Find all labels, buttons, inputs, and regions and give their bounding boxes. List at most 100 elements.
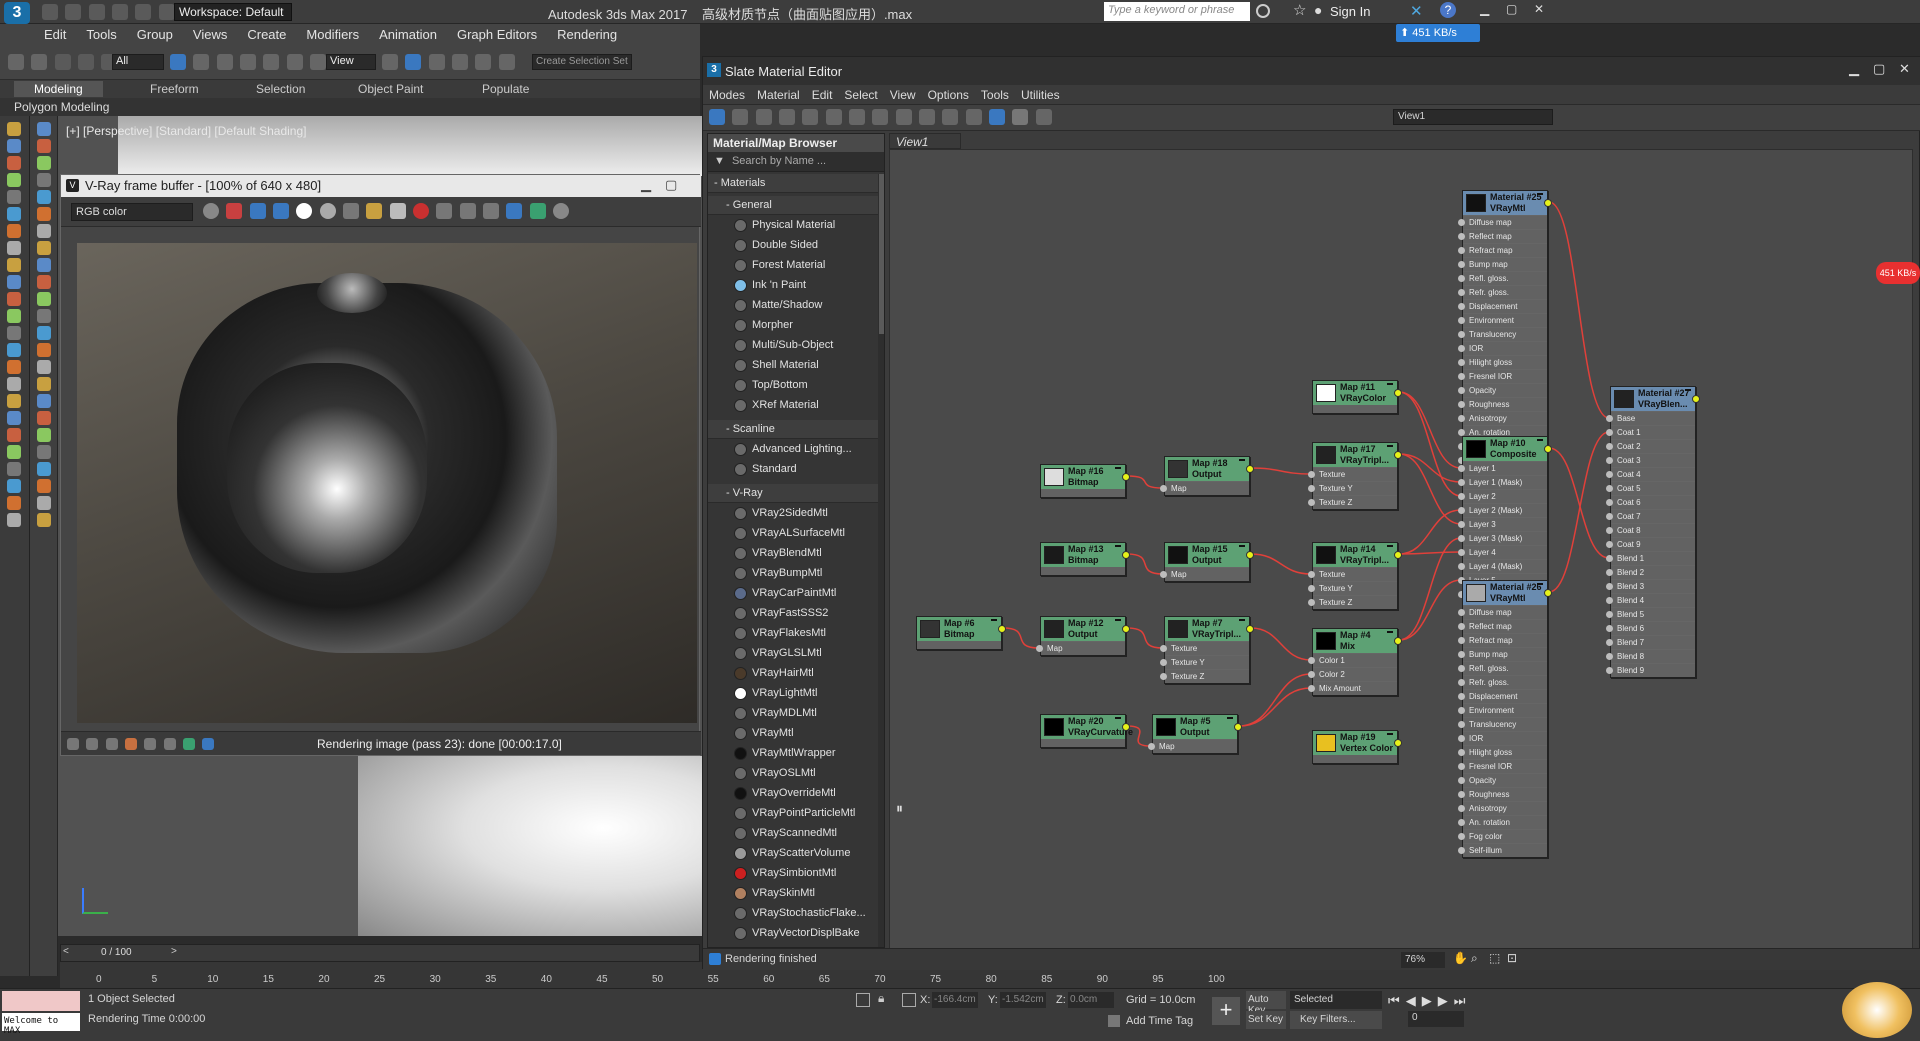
node-header[interactable]: Map #7 VRayTripl...	[1165, 617, 1254, 641]
node-n5[interactable]: Map #5 Output Map	[1148, 714, 1242, 754]
set-key-button[interactable]: Set Key	[1246, 1011, 1286, 1029]
input-slot[interactable]: Opacity	[1458, 773, 1547, 787]
input-slot[interactable]: Refl. gloss.	[1458, 271, 1547, 285]
browser-item[interactable]: VRayOSLMtl	[708, 764, 878, 783]
input-slot[interactable]: Color 1	[1308, 653, 1397, 667]
time-tag-icon[interactable]	[1108, 1015, 1120, 1027]
input-slot[interactable]: Texture	[1160, 641, 1249, 655]
corner-widget[interactable]	[1842, 982, 1912, 1038]
node-n14[interactable]: Map #14 VRayTripl... Texture Texture Y Textu…	[1308, 542, 1402, 610]
menu-tools[interactable]: Tools	[76, 24, 126, 45]
undo-icon[interactable]	[8, 54, 24, 70]
scene-tool-19-icon[interactable]	[37, 428, 51, 442]
sme-close-button[interactable]: ✕	[1899, 61, 1910, 77]
input-slot[interactable]: Texture Y	[1308, 481, 1397, 495]
input-slot[interactable]: Texture	[1308, 467, 1397, 481]
input-slot[interactable]: Bump map	[1458, 647, 1547, 661]
browser-group[interactable]: - V-Ray	[708, 484, 878, 503]
command-tool-20-icon[interactable]	[7, 445, 21, 459]
help-search-input[interactable]: Type a keyword or phrase	[1104, 2, 1250, 21]
color-tracking-icon[interactable]	[203, 203, 219, 219]
unlink-icon[interactable]	[78, 54, 95, 70]
input-slot[interactable]: Opacity	[1458, 383, 1547, 397]
node-m27[interactable]: Material #27 VRayBlen... Base Coat 1 Coat 2C…	[1606, 386, 1700, 678]
browser-item[interactable]: VRayVectorDisplBake	[708, 924, 878, 943]
project-folder-icon[interactable]	[158, 4, 175, 20]
put-to-scene-icon[interactable]	[755, 109, 772, 125]
blue-channel-icon[interactable]	[273, 203, 290, 219]
stop-render-icon[interactable]	[413, 203, 430, 219]
goto-start-icon[interactable]: ⏮	[1388, 993, 1406, 1008]
node-header[interactable]: Map #4 Mix	[1313, 629, 1402, 653]
browser-item[interactable]: VRayScannedMtl	[708, 824, 878, 843]
command-tool-4-icon[interactable]	[7, 173, 21, 187]
x-coordinate-field[interactable]: -166.4cm	[932, 992, 978, 1008]
command-tool-1-icon[interactable]	[7, 122, 21, 136]
input-slot[interactable]: Layer 1 (Mask)	[1458, 475, 1547, 489]
input-slot[interactable]: Mix Amount	[1308, 681, 1397, 695]
browser-item[interactable]: VRayPointParticleMtl	[708, 804, 878, 823]
input-slot[interactable]: Texture Y	[1308, 581, 1397, 595]
prev-key-icon[interactable]: ◀	[1406, 993, 1422, 1008]
vfb-curve-icon[interactable]	[163, 737, 176, 750]
menu-rendering[interactable]: Rendering	[547, 24, 627, 45]
vfb-ocio-icon[interactable]	[202, 737, 215, 750]
input-slot[interactable]: Layer 4 (Mask)	[1458, 559, 1547, 573]
vfb-levels-icon[interactable]	[144, 737, 157, 750]
reference-coord-dropdown[interactable]: View	[326, 54, 376, 70]
browser-item[interactable]: VRayMtl	[708, 724, 878, 743]
output-socket-icon[interactable]	[1246, 625, 1254, 633]
sme-maximize-button[interactable]: ▢	[1873, 61, 1885, 77]
dropdown-arrow-icon[interactable]: ▼	[714, 155, 725, 167]
input-slot[interactable]: Layer 3	[1458, 517, 1547, 531]
node-header[interactable]: Map #20 VRayCurvature	[1041, 715, 1133, 739]
node-minimize-icon[interactable]	[1115, 619, 1121, 621]
browser-item[interactable]: VRayStochasticFlake...	[708, 904, 878, 923]
scene-tool-5-icon[interactable]	[37, 190, 51, 204]
node-minimize-icon[interactable]	[1537, 439, 1543, 441]
input-slot[interactable]: Blend 5	[1606, 607, 1695, 621]
y-coordinate-field[interactable]: -1.542cm	[1000, 992, 1046, 1008]
output-socket-icon[interactable]	[1122, 551, 1130, 559]
isolate-icon[interactable]	[856, 993, 870, 1007]
menu-create[interactable]: Create	[237, 24, 296, 45]
node-n18[interactable]: Map #18 Output Map	[1160, 456, 1254, 496]
scene-tool-13-icon[interactable]	[37, 326, 51, 340]
pivot-icon[interactable]	[382, 54, 398, 70]
output-socket-icon[interactable]	[998, 625, 1006, 633]
browser-item[interactable]: VRayALSurfaceMtl	[708, 524, 878, 543]
node-wire[interactable]	[1126, 553, 1164, 575]
next-frame-button[interactable]: >	[171, 946, 177, 957]
scene-tool-17-icon[interactable]	[37, 394, 51, 408]
rendered-image[interactable]	[77, 243, 697, 723]
material-browser-icon[interactable]	[989, 109, 1006, 125]
window-crossing-icon[interactable]	[240, 54, 257, 70]
input-slot[interactable]: IOR	[1458, 341, 1547, 355]
scene-tool-20-icon[interactable]	[37, 445, 51, 459]
input-slot[interactable]: Translucency	[1458, 717, 1547, 731]
white-sphere-icon[interactable]	[296, 203, 313, 219]
browser-item[interactable]: Matte/Shadow	[708, 296, 878, 315]
node-minimize-icon[interactable]	[1387, 631, 1393, 633]
input-slot[interactable]: Roughness	[1458, 397, 1547, 411]
node-wire[interactable]	[1398, 453, 1462, 483]
input-slot[interactable]: Color 2	[1308, 667, 1397, 681]
command-tool-3-icon[interactable]	[7, 156, 21, 170]
minimize-button[interactable]: ▁	[1480, 2, 1489, 16]
input-slot[interactable]: Blend 1	[1606, 551, 1695, 565]
green-channel-icon[interactable]	[249, 203, 266, 219]
output-socket-icon[interactable]	[1544, 589, 1552, 597]
vfb-color-icon[interactable]	[125, 737, 138, 750]
spinner-snap-icon[interactable]	[498, 54, 515, 70]
node-header[interactable]: Material #27 VRayBlen...	[1611, 387, 1700, 411]
scene-tool-23-icon[interactable]	[37, 496, 51, 510]
input-slot[interactable]: Anisotropy	[1458, 411, 1547, 425]
node-wire[interactable]	[1548, 201, 1610, 419]
input-slot[interactable]: Displacement	[1458, 299, 1547, 313]
vfb-lut-icon[interactable]	[183, 737, 196, 750]
node-header[interactable]: Map #12 Output	[1041, 617, 1130, 641]
sign-in-button[interactable]: Sign In	[1330, 4, 1370, 19]
teapot-icon[interactable]	[553, 203, 570, 219]
browser-item[interactable]: VRayHairMtl	[708, 664, 878, 683]
vfb-lens-icon[interactable]	[105, 737, 118, 750]
